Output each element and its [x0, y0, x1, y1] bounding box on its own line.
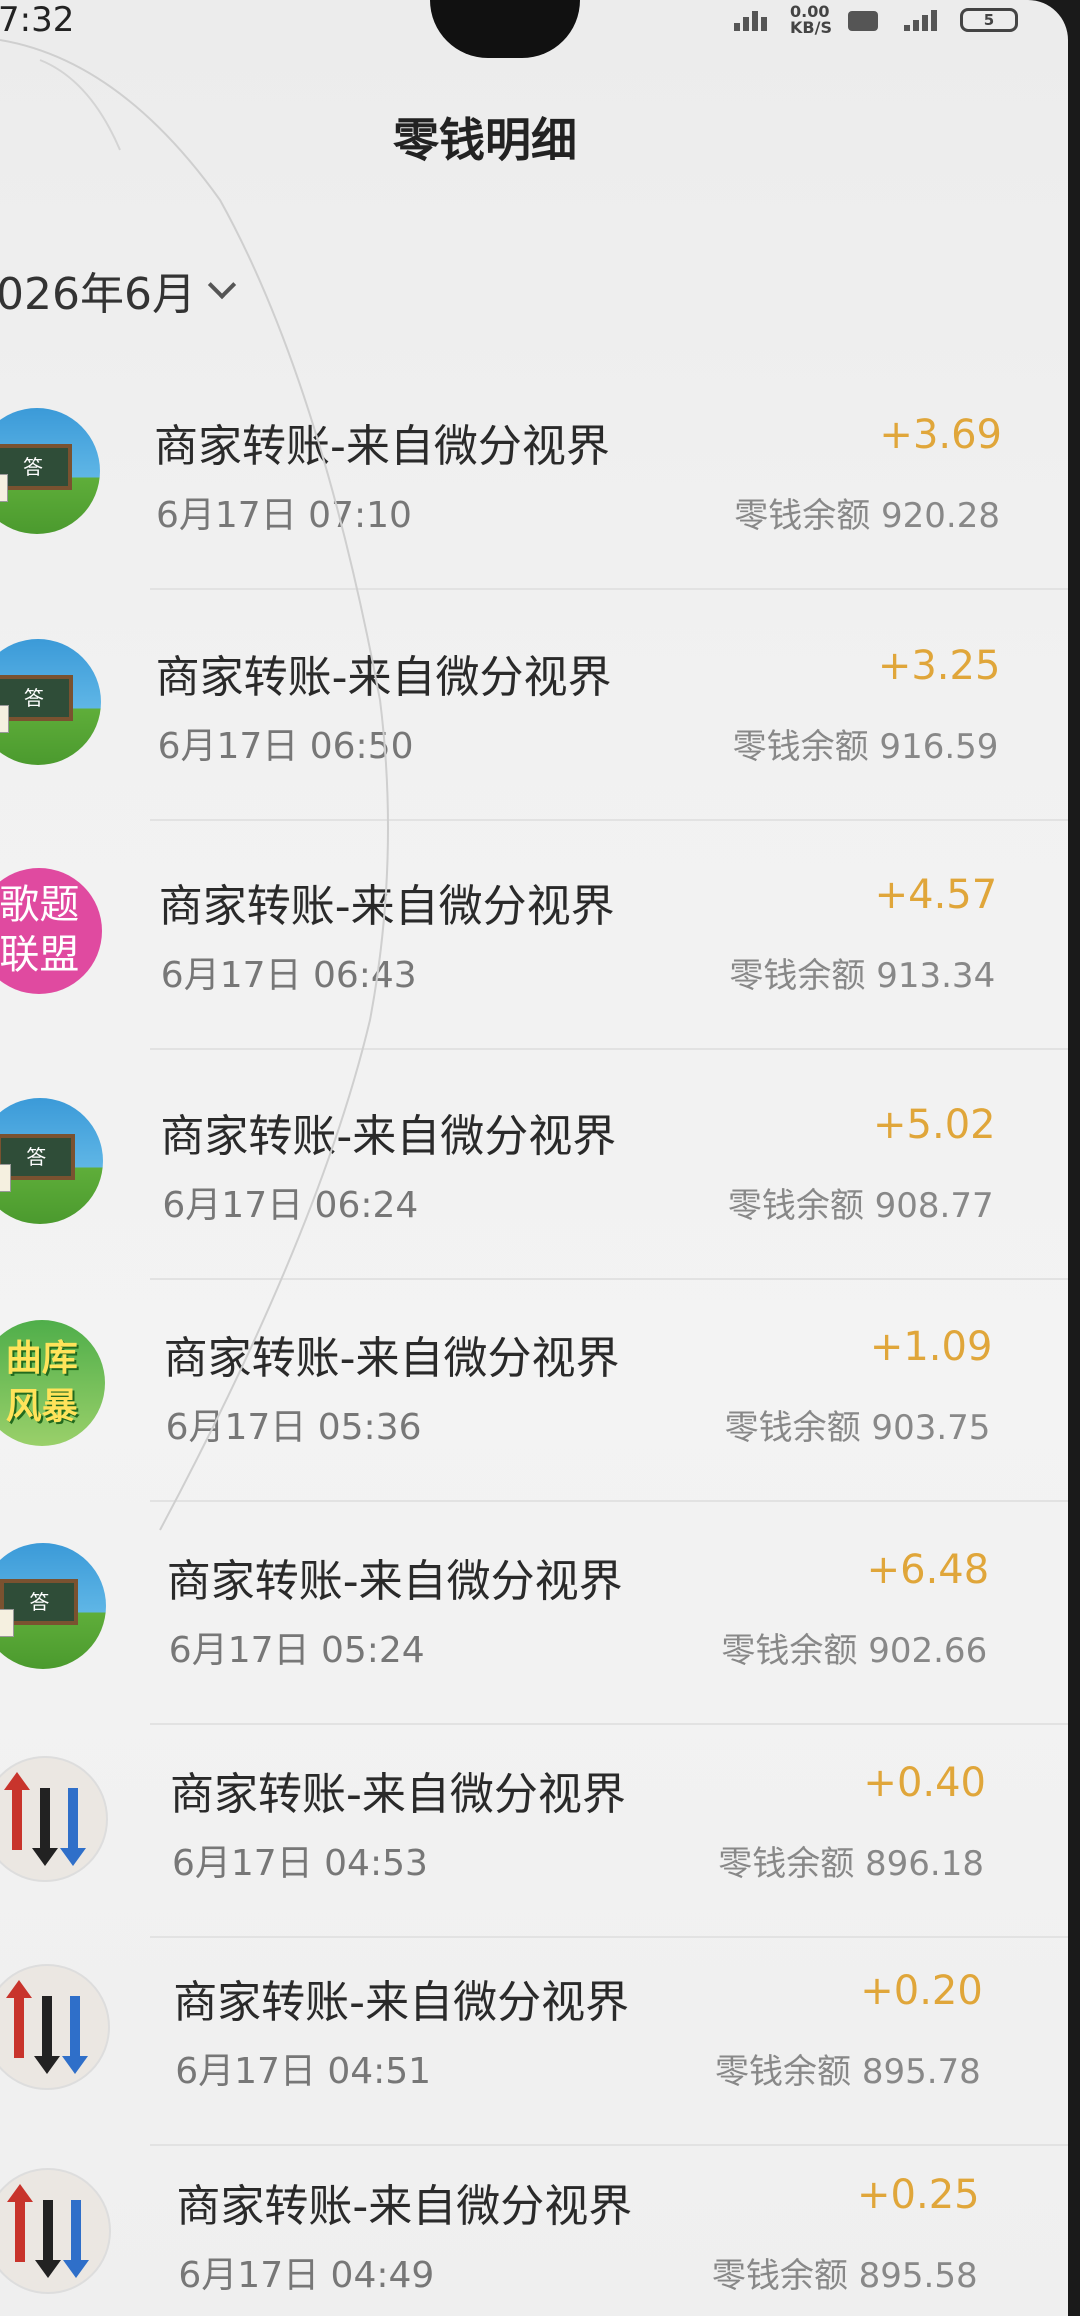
transaction-row[interactable]: 歌题联盟 商家转账-来自微分视界 6月17日 06:43 +4.57 零钱余额 913.…: [0, 820, 1068, 1050]
chalkboard-avatar: 答: [0, 1098, 104, 1224]
avatar-text: 答: [0, 444, 72, 490]
transaction-row[interactable]: 商家转账-来自微分视界 6月17日 04:49 +0.25 零钱余额 895.58: [0, 2120, 1068, 2316]
transaction-title: 商家转账-来自微分视界: [170, 1769, 626, 1820]
avatar-text: 曲库风暴: [5, 1337, 78, 1427]
transaction-time: 6月17日 06:43: [160, 955, 417, 996]
arrow-down-icon: [63, 2200, 90, 2278]
transaction-amount: +3.25: [877, 643, 1001, 689]
transaction-row[interactable]: 商家转账-来自微分视界 6月17日 04:53 +0.40 零钱余额 896.18: [0, 1708, 1068, 1938]
paper-icon: [0, 1164, 12, 1192]
transaction-row[interactable]: 曲库风暴 商家转账-来自微分视界 6月17日 05:36 +1.09 零钱余额 903.…: [0, 1272, 1068, 1502]
chalkboard-avatar: 答: [0, 639, 101, 765]
transaction-row[interactable]: 答 商家转账-来自微分视界 6月17日 06:50 +3.25 零钱余额 916.59: [0, 591, 1068, 821]
arrow-down-icon: [35, 2200, 62, 2278]
transaction-title: 商家转账-来自微分视界: [158, 881, 615, 932]
transaction-balance: 零钱余额 895.58: [711, 2256, 978, 2296]
arrow-down-icon: [32, 1788, 58, 1866]
arrow-up-icon: [4, 1772, 30, 1850]
chalkboard-avatar: 答: [0, 1543, 107, 1669]
status-time: 7:32: [0, 0, 75, 40]
signal-icon: [904, 9, 944, 31]
transaction-time: 6月17日 07:10: [156, 495, 412, 536]
green-text-avatar: 曲库风暴: [0, 1320, 105, 1446]
transaction-time: 6月17日 05:24: [168, 1630, 425, 1671]
transaction-time: 6月17日 04:49: [178, 2255, 435, 2296]
transaction-amount: +5.02: [873, 1102, 996, 1148]
transaction-title: 商家转账-来自微分视界: [166, 1556, 623, 1607]
transaction-row[interactable]: 答 商家转账-来自微分视界 6月17日 06:24 +5.02 零钱余额 908.77: [0, 1050, 1068, 1280]
arrows-avatar: [0, 1756, 108, 1882]
transaction-title: 商家转账-来自微分视界: [173, 1977, 630, 2028]
transaction-amount: +4.57: [874, 872, 998, 918]
arrow-down-icon: [60, 1788, 86, 1866]
transaction-balance: 零钱余额 913.34: [729, 956, 996, 996]
paper-icon: [0, 705, 9, 733]
transaction-amount: +0.40: [863, 1760, 986, 1806]
transaction-title: 商家转账-来自微分视界: [160, 1111, 617, 1162]
row-divider: [150, 588, 1068, 590]
battery-level: 5: [983, 11, 995, 29]
transaction-title: 商家转账-来自微分视界: [163, 1333, 620, 1384]
transaction-balance: 零钱余额 896.18: [718, 1844, 984, 1884]
transaction-time: 6月17日 06:50: [157, 726, 414, 767]
transaction-amount: +0.25: [857, 2172, 980, 2218]
transaction-row[interactable]: 答 商家转账-来自微分视界 6月17日 05:24 +6.48 零钱余额 902.66: [0, 1495, 1068, 1725]
transaction-row[interactable]: 商家转账-来自微分视界 6月17日 04:51 +0.20 零钱余额 895.78: [0, 1916, 1068, 2146]
transaction-balance: 零钱余额 903.75: [724, 1408, 991, 1448]
arrow-down-icon: [61, 1996, 88, 2074]
transaction-title: 商家转账-来自微分视界: [155, 652, 612, 703]
transaction-amount: +0.20: [860, 1968, 983, 2014]
status-icons: 0.00 KB/S 5: [734, 4, 1018, 36]
avatar-text: 答: [0, 675, 73, 721]
arrow-down-icon: [33, 1996, 60, 2074]
arrows-avatar: [0, 1964, 110, 2090]
avatar-text: 答: [0, 1134, 76, 1180]
transaction-row[interactable]: 答 商家转账-来自微分视界 6月17日 07:10 +3.69 零钱余额 920.28: [0, 360, 1068, 590]
transaction-time: 6月17日 06:24: [162, 1185, 419, 1226]
chalkboard-avatar: 答: [0, 408, 100, 534]
transaction-balance: 零钱余额 916.59: [732, 727, 999, 767]
transaction-amount: +1.09: [869, 1324, 993, 1370]
paper-icon: [0, 1609, 15, 1637]
network-speed-icon: 0.00 KB/S: [790, 2, 832, 37]
transaction-balance: 零钱余额 895.78: [715, 2052, 981, 2092]
battery-icon: 5: [960, 8, 1018, 32]
chevron-down-icon: [207, 270, 237, 300]
month-label: 026年6月: [0, 269, 196, 320]
phone-screen: 7:32 0.00 KB/S 5 零钱明细 026年6月 答商家转账-来自微分视界…: [0, 0, 1068, 2316]
vibrate-icon: [734, 9, 774, 31]
transaction-balance: 零钱余额 902.66: [721, 1631, 988, 1671]
pink-text-avatar: 歌题联盟: [0, 868, 103, 994]
transaction-title: 商家转账-来自微分视界: [154, 421, 610, 472]
arrows-avatar: [0, 2168, 112, 2294]
sim-icon: [848, 9, 888, 31]
transaction-title: 商家转账-来自微分视界: [176, 2181, 633, 2232]
transaction-time: 6月17日 05:36: [165, 1407, 422, 1448]
arrow-up-icon: [7, 2184, 34, 2262]
paper-icon: [0, 474, 8, 502]
transaction-time: 6月17日 04:51: [175, 2051, 432, 2092]
page-title: 零钱明细: [393, 113, 577, 167]
transaction-time: 6月17日 04:53: [172, 1843, 428, 1884]
arrow-up-icon: [5, 1980, 32, 2058]
transaction-amount: +3.69: [879, 412, 1002, 458]
avatar-text: 歌题联盟: [0, 882, 80, 978]
transaction-balance: 零钱余额 920.28: [734, 496, 1000, 536]
transaction-amount: +6.48: [866, 1547, 990, 1593]
transaction-balance: 零钱余额 908.77: [727, 1186, 994, 1226]
month-picker[interactable]: 026年6月: [0, 258, 237, 322]
